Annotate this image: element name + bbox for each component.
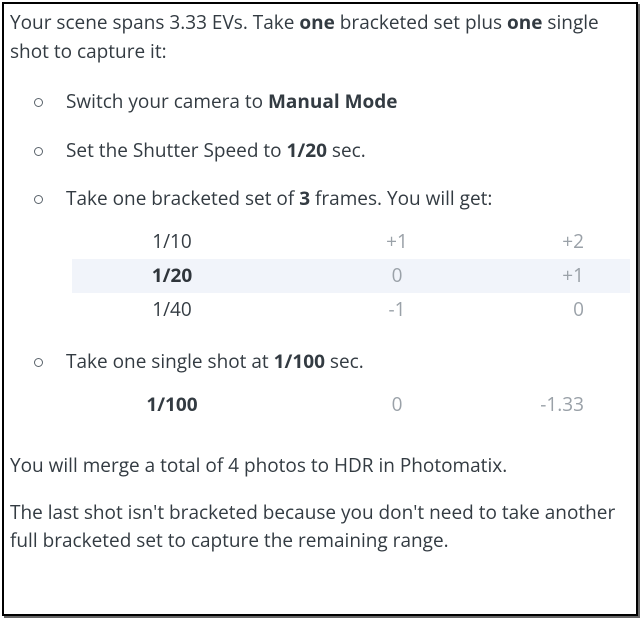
intro-ev: 3.33 EVs — [169, 9, 242, 35]
steps-list: Switch your camera to Manual Mode Set th… — [10, 87, 630, 421]
step-1: Switch your camera to Manual Mode — [34, 87, 630, 116]
ev1-cell: +1 — [332, 227, 462, 256]
ev1-cell: 0 — [332, 390, 462, 419]
ev2-cell: +1 — [462, 261, 592, 290]
step-4-text: Take one single shot at — [66, 348, 274, 374]
intro-text: Your scene spans 3.33 EVs. Take one brac… — [10, 8, 630, 65]
step-4-bold: 1/100 — [274, 348, 325, 374]
step-3-text: Take one bracketed set of — [66, 185, 299, 211]
step-2: Set the Shutter Speed to 1/20 sec. — [34, 136, 630, 165]
step-3-suffix: frames. You will get: — [310, 185, 492, 211]
ev2-cell: 0 — [462, 295, 592, 324]
shutter-cell: 1/40 — [72, 295, 332, 324]
shutter-cell: 1/20 — [72, 261, 332, 290]
ev1-cell: 0 — [332, 261, 462, 290]
intro-prefix: Your scene spans — [10, 9, 169, 35]
table-row: 1/40-10 — [72, 293, 630, 327]
bracket-table: 1/10+1+21/200+11/40-10 — [66, 225, 630, 327]
shutter-cell: 1/10 — [72, 227, 332, 256]
footer-p1: You will merge a total of 4 photos to HD… — [10, 451, 630, 480]
footer-p2: The last shot isn't bracketed because yo… — [10, 498, 630, 555]
step-2-bold: 1/20 — [287, 137, 327, 163]
ev2-cell: -1.33 — [462, 390, 592, 419]
ev2-cell: +2 — [462, 227, 592, 256]
instruction-panel: Your scene spans 3.33 EVs. Take one brac… — [2, 2, 638, 616]
intro-one-a: one — [299, 9, 334, 35]
step-3-bold: 3 — [299, 185, 310, 211]
step-3: Take one bracketed set of 3 frames. You … — [34, 184, 630, 327]
ev1-cell: -1 — [332, 295, 462, 324]
step-2-suffix: sec. — [327, 137, 366, 163]
step-1-text: Switch your camera to — [66, 88, 268, 114]
table-row: 1/200+1 — [72, 259, 630, 293]
step-2-text: Set the Shutter Speed to — [66, 137, 287, 163]
shutter-cell: 1/100 — [72, 390, 332, 419]
table-row: 1/10+1+2 — [72, 225, 630, 259]
intro-one-b: one — [507, 9, 542, 35]
intro-mid: . Take — [243, 9, 300, 35]
footer-notes: You will merge a total of 4 photos to HD… — [10, 451, 630, 555]
single-table: 1/100 0 -1.33 — [66, 387, 630, 421]
step-4-suffix: sec. — [325, 348, 364, 374]
table-row: 1/100 0 -1.33 — [72, 387, 630, 421]
step-4: Take one single shot at 1/100 sec. 1/100… — [34, 347, 630, 422]
intro-mid2: bracketed set plus — [335, 9, 507, 35]
step-1-bold: Manual Mode — [268, 88, 398, 114]
